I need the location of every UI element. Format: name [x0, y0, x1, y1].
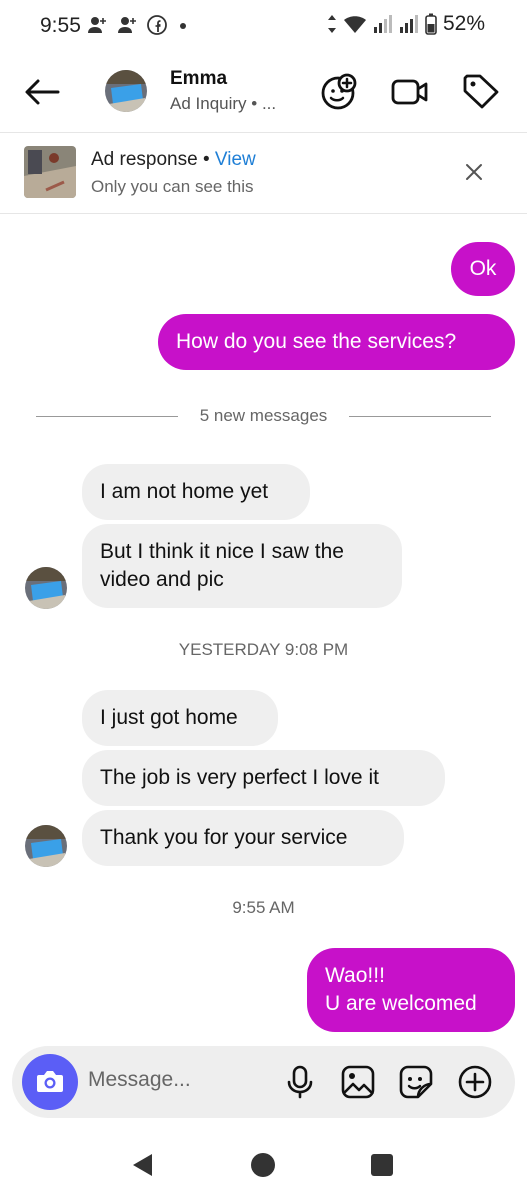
- message-text: I just got home: [100, 706, 238, 729]
- ad-title-line: Ad response • View: [91, 149, 256, 171]
- timestamp: YESTERDAY 9:08 PM: [178, 640, 349, 659]
- divider-line: [349, 416, 491, 417]
- ad-photo-icon: [24, 146, 76, 198]
- contact-avatar[interactable]: [105, 70, 147, 112]
- chat-header: Emma Ad Inquiry • ...: [0, 52, 527, 133]
- ad-response-banner: Ad response • View Only you can see this: [0, 133, 527, 214]
- message-input[interactable]: Message...: [88, 1068, 191, 1092]
- received-message[interactable]: The job is very perfect I love it: [82, 750, 445, 806]
- pool-photo-icon: [105, 70, 147, 112]
- dot-icon: [180, 23, 186, 29]
- sent-message[interactable]: Wao!!! U are welcomed: [307, 948, 515, 1032]
- back-triangle-icon[interactable]: [130, 1152, 156, 1178]
- person-add-icon: [88, 17, 106, 33]
- ad-subtitle: Only you can see this: [91, 177, 254, 196]
- sticker-icon[interactable]: [398, 1064, 434, 1100]
- wifi-icon: [343, 16, 366, 33]
- person-add-icon: [118, 17, 136, 33]
- message-text: I am not home yet: [100, 480, 269, 503]
- contact-name[interactable]: Emma: [170, 68, 227, 90]
- message-text: video and pic: [100, 568, 224, 591]
- tag-icon[interactable]: [461, 72, 501, 112]
- received-message[interactable]: But I think it nice I saw the video and …: [82, 524, 402, 608]
- video-call-icon[interactable]: [390, 72, 430, 112]
- sent-message[interactable]: How do you see the services?: [158, 314, 515, 370]
- timestamp: 9:55 AM: [232, 898, 295, 917]
- close-icon[interactable]: [463, 161, 485, 183]
- data-arrows-icon: [327, 15, 336, 33]
- ad-separator: •: [197, 149, 215, 170]
- received-message[interactable]: Thank you for your service: [82, 810, 404, 866]
- received-message[interactable]: I am not home yet: [82, 464, 310, 520]
- ad-title: Ad response: [91, 149, 198, 170]
- sender-avatar[interactable]: [25, 567, 67, 609]
- camera-icon: [37, 1071, 63, 1092]
- ad-view-link[interactable]: View: [215, 149, 256, 170]
- signal-icon: [399, 15, 418, 33]
- pool-photo-icon: [25, 825, 67, 867]
- message-text: U are welcomed: [325, 992, 477, 1015]
- microphone-icon[interactable]: [282, 1064, 318, 1100]
- status-bar: 9:55 52%: [0, 0, 527, 52]
- system-nav-bar: [0, 1130, 527, 1200]
- message-text: Wao!!!: [325, 964, 385, 987]
- facebook-icon: [147, 15, 167, 35]
- ad-thumbnail[interactable]: [24, 146, 76, 198]
- sent-message[interactable]: Ok: [451, 242, 515, 296]
- message-text: Thank you for your service: [100, 826, 348, 849]
- signal-icon: [373, 15, 392, 33]
- gallery-icon[interactable]: [340, 1064, 376, 1100]
- battery-percent: 52%: [442, 12, 485, 35]
- camera-button[interactable]: [22, 1054, 78, 1110]
- plus-icon[interactable]: [457, 1064, 493, 1100]
- contact-subtitle[interactable]: Ad Inquiry • ...: [170, 94, 276, 114]
- message-text: The job is very perfect I love it: [100, 766, 379, 789]
- message-text: How do you see the services?: [176, 330, 457, 353]
- received-message[interactable]: I just got home: [82, 690, 278, 746]
- home-circle-icon[interactable]: [250, 1152, 276, 1178]
- message-composer: Message...: [12, 1046, 515, 1118]
- recents-square-icon[interactable]: [370, 1153, 394, 1177]
- status-time: 9:55: [40, 14, 81, 37]
- add-person-icon[interactable]: [318, 72, 358, 112]
- battery-icon: [425, 13, 437, 35]
- message-text: But I think it nice I saw the: [100, 540, 344, 563]
- back-arrow-icon[interactable]: [22, 74, 62, 110]
- message-text: Ok: [469, 257, 497, 280]
- sender-avatar[interactable]: [25, 825, 67, 867]
- pool-photo-icon: [25, 567, 67, 609]
